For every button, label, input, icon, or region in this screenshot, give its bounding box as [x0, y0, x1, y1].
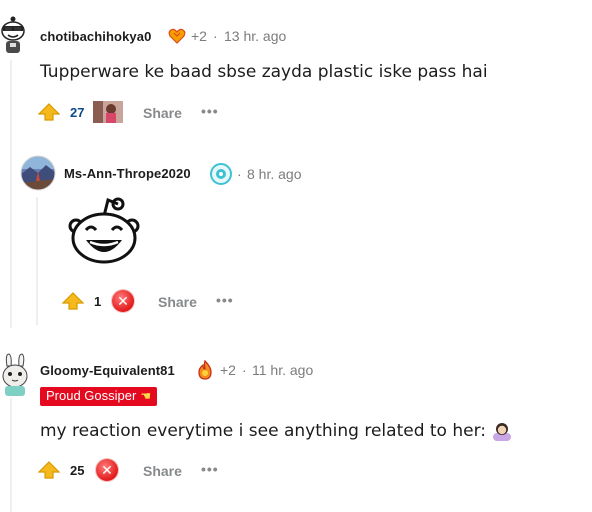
upvote-button[interactable]	[37, 461, 61, 484]
meta-separator: ·	[237, 166, 242, 182]
x-award-icon[interactable]: ✕	[96, 459, 118, 481]
comment-body-text: my reaction everytime i see anything rel…	[40, 421, 487, 441]
thread-line-1[interactable]	[10, 60, 12, 328]
pointing-hand-emoji: ☚	[140, 389, 152, 403]
laughing-snoo-emote	[68, 196, 140, 268]
person-shrugging-emoji	[492, 421, 512, 441]
more-options-button[interactable]: •••	[201, 461, 219, 477]
x-award-icon[interactable]: ✕	[112, 290, 134, 312]
comment-timestamp[interactable]: 8 hr. ago	[247, 166, 302, 182]
award-count[interactable]: +2	[220, 362, 236, 378]
comment-body: Tupperware ke baad sbse zayda plastic is…	[40, 62, 488, 82]
vote-count: 25	[70, 463, 85, 478]
aqua-award-icon[interactable]	[210, 163, 232, 185]
upvote-arrow-icon	[37, 461, 61, 479]
vote-count: 27	[70, 105, 85, 120]
fire-award-icon[interactable]	[194, 359, 216, 381]
more-options-button[interactable]: •••	[201, 103, 219, 119]
award-image[interactable]	[93, 101, 123, 123]
meta-separator: ·	[242, 362, 247, 378]
avatar[interactable]	[0, 14, 26, 54]
upvote-button[interactable]	[61, 292, 85, 315]
snoo-avatar-sunglasses-icon	[1, 16, 25, 53]
landscape-avatar-icon	[20, 155, 56, 191]
meta-separator: ·	[213, 28, 218, 44]
comment-username[interactable]: chotibachihokya0	[40, 29, 151, 44]
bunny-avatar-icon	[2, 353, 28, 396]
upvote-button[interactable]	[37, 103, 61, 126]
share-button[interactable]: Share	[158, 294, 197, 310]
user-flair[interactable]: Proud Gossiper ☚	[40, 387, 158, 406]
share-button[interactable]: Share	[143, 463, 182, 479]
flair-text: Proud Gossiper	[46, 388, 137, 403]
award-count[interactable]: +2	[191, 28, 207, 44]
avatar[interactable]	[0, 352, 30, 396]
thread-line-3[interactable]	[10, 398, 12, 512]
comment-body: my reaction everytime i see anything rel…	[40, 421, 512, 441]
comment-username[interactable]: Ms-Ann-Thrope2020	[64, 166, 191, 181]
avatar[interactable]	[20, 155, 56, 191]
more-options-button[interactable]: •••	[216, 292, 234, 308]
comment-timestamp[interactable]: 13 hr. ago	[224, 28, 286, 44]
heart-award-icon[interactable]	[167, 26, 187, 46]
upvote-arrow-icon	[37, 103, 61, 121]
comment-username[interactable]: Gloomy-Equivalent81	[40, 363, 175, 378]
vote-count: 1	[94, 294, 102, 309]
share-button[interactable]: Share	[143, 105, 182, 121]
comment-timestamp[interactable]: 11 hr. ago	[252, 362, 313, 378]
thread-line-2[interactable]	[36, 197, 38, 325]
upvote-arrow-icon	[61, 292, 85, 310]
